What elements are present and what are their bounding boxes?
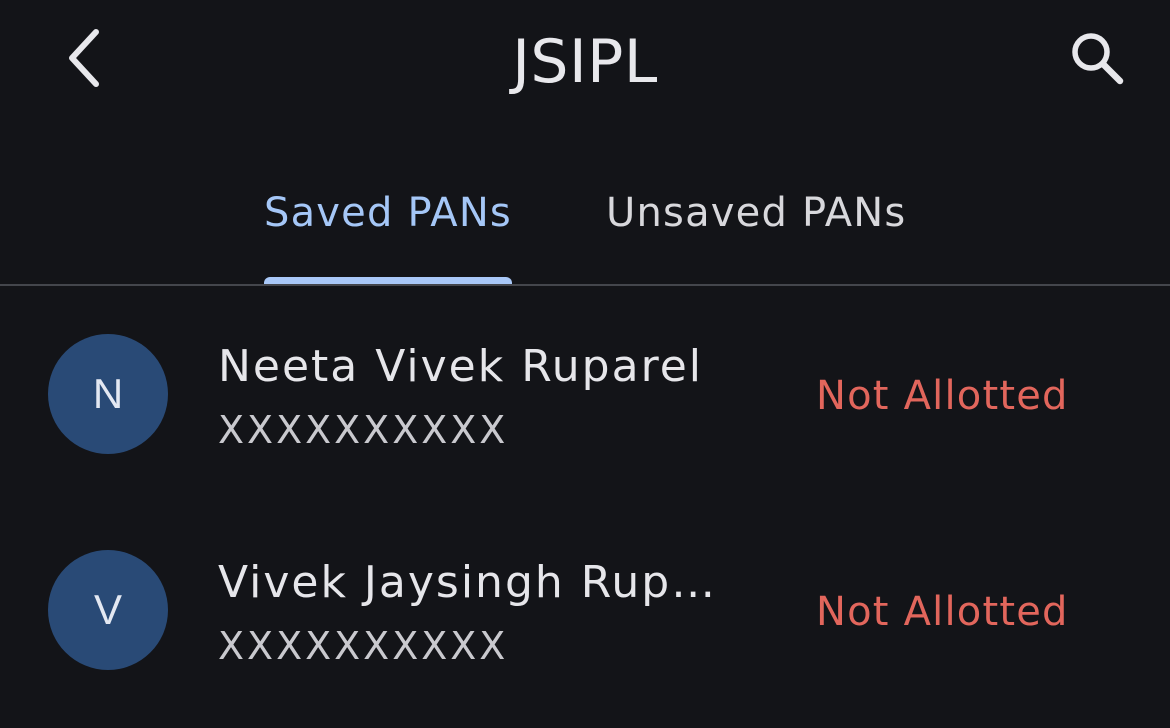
top-app-bar: JSIPL [0,0,1170,124]
holder-name: Vivek Jaysingh Rup… [218,557,718,608]
pan-list: N Neeta Vivek Ruparel XXXXXXXXXX Not All… [0,286,1170,728]
list-item[interactable]: V Vivek Jaysingh Rup… XXXXXXXXXX Not All… [0,502,1170,718]
avatar: N [48,334,168,454]
list-item[interactable]: N Neeta Vivek Ruparel XXXXXXXXXX Not All… [0,286,1170,502]
avatar-initial: V [93,586,122,633]
tab-bar: Saved PANs Unsaved PANs [0,160,1170,286]
avatar-initial: N [92,370,124,417]
page-title: JSIPL [512,27,658,97]
pan-number: XXXXXXXXXX [218,624,509,668]
allotment-status: Not Allotted [816,373,1069,419]
holder-name: Neeta Vivek Ruparel [218,341,703,392]
app-screen: JSIPL Saved PANs Unsaved PANs N Neeta Vi… [0,0,1170,728]
pan-number: XXXXXXXXXX [218,408,509,452]
allotment-status: Not Allotted [816,589,1069,635]
tab-saved-pans[interactable]: Saved PANs [264,186,512,240]
search-button[interactable] [1062,26,1132,90]
search-icon [1072,33,1124,85]
avatar: V [48,550,168,670]
tab-unsaved-pans[interactable]: Unsaved PANs [606,186,906,240]
